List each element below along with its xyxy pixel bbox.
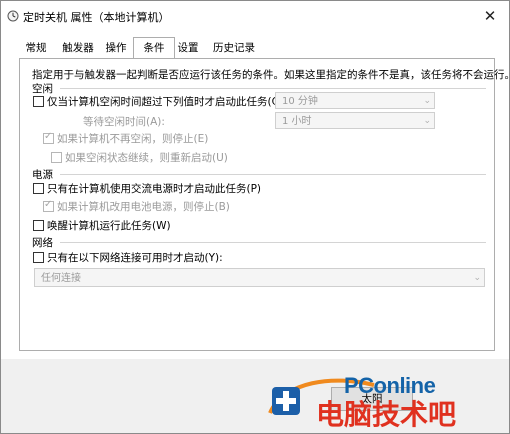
wake-computer-checkbox[interactable] — [33, 220, 44, 231]
title-bar: 定时关机 属性（本地计算机） ✕ — [1, 1, 509, 31]
start-if-idle-label: 仅当计算机空闲时间超过下列值时才启动此任务(C): — [47, 96, 287, 108]
network-divider — [60, 242, 486, 243]
tab-settings[interactable]: 设置 — [175, 39, 201, 58]
tab-actions[interactable]: 操作 — [103, 39, 129, 58]
wake-computer-label: 唤醒计算机运行此任务(W) — [47, 220, 171, 232]
power-divider — [60, 174, 486, 175]
ac-only-checkbox[interactable] — [33, 183, 44, 194]
stop-on-battery-label: 如果计算机改用电池电源，则停止(B) — [57, 201, 230, 213]
chevron-down-icon: ⌄ — [423, 116, 431, 126]
chevron-down-icon: ⌄ — [423, 96, 431, 106]
window-title: 定时关机 属性（本地计算机） — [23, 11, 170, 24]
tab-conditions[interactable]: 条件 — [133, 37, 175, 59]
start-if-idle-checkbox[interactable] — [33, 96, 44, 107]
restart-if-idle-label: 如果空闲状态继续，则重新启动(U) — [65, 152, 228, 164]
chevron-down-icon: ⌄ — [473, 273, 481, 283]
idle-duration-combo[interactable]: 10 分钟 ⌄ — [275, 92, 435, 109]
clock-icon — [7, 10, 19, 22]
close-icon[interactable]: ✕ — [479, 5, 501, 27]
network-section-label: 网络 — [32, 237, 53, 249]
ac-only-label: 只有在计算机使用交流电源时才启动此任务(P) — [47, 183, 262, 195]
tab-triggers[interactable]: 触发器 — [59, 39, 97, 58]
stop-on-battery-checkbox[interactable] — [43, 199, 54, 212]
conditions-description: 指定用于与触发器一起判断是否应运行该任务的条件。如果这里指定的条件不是真，该任务… — [32, 69, 510, 81]
pconline-logo-icon — [272, 387, 300, 415]
tab-history[interactable]: 历史记录 — [209, 39, 259, 58]
tab-general[interactable]: 常规 — [23, 39, 49, 58]
watermark-slogan: 电脑技术吧 — [316, 398, 457, 431]
network-connection-value: 任何连接 — [41, 273, 81, 284]
wait-idle-value: 1 小时 — [282, 116, 312, 127]
stop-if-not-idle-label: 如果计算机不再空闲，则停止(E) — [57, 133, 209, 145]
power-section-label: 电源 — [32, 169, 53, 181]
only-if-network-label: 只有在以下网络连接可用时才启动(Y): — [47, 252, 223, 264]
wait-idle-combo[interactable]: 1 小时 ⌄ — [275, 112, 435, 129]
idle-duration-value: 10 分钟 — [282, 96, 318, 107]
properties-dialog: 定时关机 属性（本地计算机） ✕ 常规 触发器 操作 条件 设置 历史记录 指定… — [0, 0, 510, 434]
only-if-network-checkbox[interactable] — [33, 252, 44, 263]
idle-divider — [60, 88, 486, 89]
pconline-watermark: PConline 电脑技术吧 — [264, 373, 509, 433]
restart-if-idle-checkbox[interactable] — [51, 152, 62, 163]
network-connection-combo[interactable]: 任何连接 ⌄ — [34, 268, 485, 287]
wait-idle-label: 等待空闲时间(A): — [83, 116, 165, 128]
conditions-panel: 指定用于与触发器一起判断是否应运行该任务的条件。如果这里指定的条件不是真，该任务… — [19, 58, 510, 351]
stop-if-not-idle-checkbox[interactable] — [43, 131, 54, 144]
